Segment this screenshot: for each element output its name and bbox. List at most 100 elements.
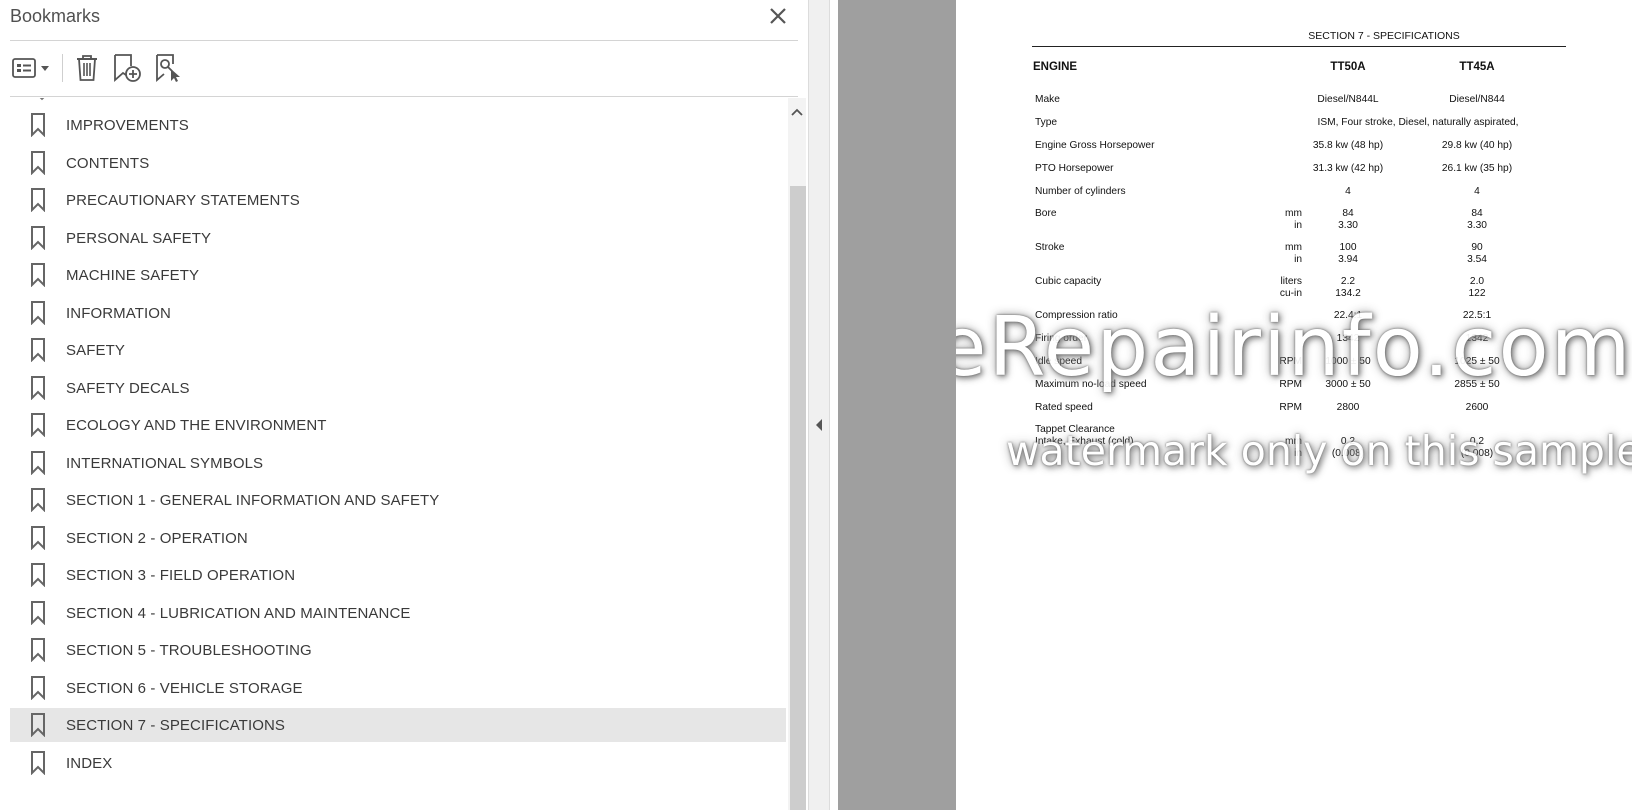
find-current-bookmark-button[interactable] <box>152 52 186 84</box>
bookmark-item[interactable]: INTERNATIONAL SYMBOLS <box>10 446 786 480</box>
scroll-up-button[interactable] <box>788 104 806 120</box>
bookmark-item[interactable]: SECTION 6 - VEHICLE STORAGE <box>10 671 786 705</box>
spec-value-tt50a: 2800 <box>1336 402 1360 413</box>
bookmark-icon <box>10 751 66 775</box>
bookmark-label: SECTION 1 - GENERAL INFORMATION AND SAFE… <box>66 491 440 509</box>
spec-value-tt50a: 0.2 <box>1340 436 1356 447</box>
bookmark-icon <box>10 451 66 475</box>
collapse-panel-button[interactable] <box>814 418 824 432</box>
bookmark-item[interactable]: SECTION 1 - GENERAL INFORMATION AND SAFE… <box>10 483 786 517</box>
spec-label: Firing order <box>1035 333 1088 344</box>
bookmark-label: MACHINE SAFETY <box>66 266 200 284</box>
bookmark-icon <box>10 226 66 250</box>
spec-value-tt45a: 90 <box>1471 242 1483 253</box>
column-header-tt50a: TT50A <box>1330 61 1366 73</box>
spec-value-tt50a-secondary: 3.94 <box>1338 254 1358 265</box>
bookmark-label: SECTION 2 - OPERATION <box>66 529 248 547</box>
bookmark-icon <box>10 563 66 587</box>
bookmark-item[interactable]: MACHINE SAFETY <box>10 258 786 292</box>
spec-value-tt50a: 1342 <box>1336 333 1360 344</box>
bookmark-item[interactable]: SECTION 5 - TROUBLESHOOTING <box>10 633 786 667</box>
bookmark-item[interactable]: ECOLOGY AND THE ENVIRONMENT <box>10 408 786 442</box>
bookmark-label: SECTION 3 - FIELD OPERATION <box>66 566 296 584</box>
bookmark-label: SECTION 7 - SPECIFICATIONS <box>66 716 286 734</box>
bookmark-icon <box>10 301 66 325</box>
spec-value-tt45a: 2600 <box>1465 402 1489 413</box>
divider <box>10 96 798 97</box>
header-rule <box>1032 46 1566 47</box>
bookmark-label: INDEX <box>66 754 113 772</box>
bookmark-item[interactable]: IMPROVEMENTS <box>10 108 786 142</box>
spec-value-tt50a: 22.4:1 <box>1333 310 1363 321</box>
bookmark-item[interactable]: INDEX <box>10 746 786 780</box>
bookmark-icon <box>10 338 66 362</box>
spec-label: Idle speed <box>1035 356 1083 367</box>
document-page[interactable]: SECTION 7 - SPECIFICATIONS ENGINE TT50A … <box>956 0 1632 810</box>
spec-value-tt45a: 1342 <box>1465 333 1489 344</box>
spec-label: Bore <box>1035 208 1057 219</box>
bookmark-item[interactable]: SAFETY DECALS <box>10 371 786 405</box>
trash-icon <box>77 55 97 81</box>
bookmark-label: SAFETY <box>66 341 125 359</box>
spec-value-tt50a: 3000 ± 50 <box>1325 379 1371 390</box>
spec-value-tt50a: 31.3 kw (42 hp) <box>1312 163 1384 174</box>
bookmark-item[interactable]: SAFETY <box>10 333 786 367</box>
bookmark-icon <box>10 488 66 512</box>
column-header-tt45a: TT45A <box>1459 61 1495 73</box>
bookmark-label: PERSONAL SAFETY <box>66 229 212 247</box>
bookmark-item[interactable]: PRECAUTIONARY STATEMENTS <box>10 183 786 217</box>
bookmark-item[interactable]: INFORMATION <box>10 296 786 330</box>
bookmark-list: IMPROVEMENTS CONTENTS PRECAUTIONARY STATEM… <box>10 98 790 810</box>
document-viewer-background <box>838 0 956 810</box>
spec-label: Make <box>1035 94 1060 105</box>
spec-value-tt45a: 1025 ± 50 <box>1454 356 1500 367</box>
panel-title: Bookmarks <box>10 6 101 26</box>
spec-value-tt50a: Diesel/N844L <box>1317 94 1379 105</box>
bookmark-label: SECTION 4 - LUBRICATION AND MAINTENANCE <box>66 604 411 622</box>
bookmark-icon <box>10 113 66 137</box>
bookmark-icon <box>10 151 66 175</box>
spec-value-tt45a-secondary: 122 <box>1468 288 1486 299</box>
spec-value-tt50a-secondary: 134.2 <box>1335 288 1361 299</box>
bookmark-label: CONTENTS <box>66 154 150 172</box>
delete-bookmark-button[interactable] <box>70 52 104 84</box>
bookmark-label: ECOLOGY AND THE ENVIRONMENT <box>66 416 327 434</box>
triangle-left-icon <box>816 419 822 431</box>
new-bookmark-button[interactable] <box>110 52 144 84</box>
bookmark-icon <box>10 188 66 212</box>
bookmark-label: INFORMATION <box>66 304 171 322</box>
bookmark-item[interactable]: SECTION 4 - LUBRICATION AND MAINTENANCE <box>10 596 786 630</box>
bookmark-item[interactable]: SECTION 3 - FIELD OPERATION <box>10 558 786 592</box>
spec-value-tt45a: 84 <box>1471 208 1483 219</box>
bookmark-item[interactable]: CONTENTS <box>10 146 786 180</box>
bookmarks-panel: Bookmarks IMPROVEMENTS CONTENTS PRECAUTI… <box>0 0 806 810</box>
bookmark-icon <box>10 713 66 737</box>
spec-value-tt45a: 29.8 kw (40 hp) <box>1441 140 1513 151</box>
spec-label: Intake, Exhaust (cold) <box>1035 436 1134 447</box>
spec-value-tt45a-secondary: 3.30 <box>1467 220 1487 231</box>
options-menu-button[interactable] <box>10 52 54 84</box>
spec-label: Type <box>1035 117 1058 128</box>
spec-value-tt50a: 4 <box>1345 186 1351 197</box>
spec-value-tt45a: Diesel/N844 <box>1449 94 1505 105</box>
spec-label: Engine Gross Horsepower <box>1035 140 1155 151</box>
bookmark-icon <box>10 413 66 437</box>
spec-value-tt50a: 100 <box>1339 242 1357 253</box>
spec-value-tt50a: 35.8 kw (48 hp) <box>1312 140 1384 151</box>
scrollbar-thumb[interactable] <box>790 186 806 810</box>
spec-value-tt50a-secondary: 3.30 <box>1338 220 1358 231</box>
spec-label: Cubic capacity <box>1035 276 1102 287</box>
spec-label: Tappet Clearance <box>1035 424 1115 435</box>
spec-label: Number of cylinders <box>1035 186 1126 197</box>
pane-splitter[interactable] <box>808 0 830 810</box>
close-panel-button[interactable] <box>764 2 792 30</box>
spec-value-tt45a-secondary: 3.54 <box>1467 254 1487 265</box>
close-icon <box>770 8 786 24</box>
toolbar-separator <box>62 54 63 82</box>
bookmark-item[interactable]: PERSONAL SAFETY <box>10 221 786 255</box>
bookmark-item[interactable]: SECTION 7 - SPECIFICATIONS <box>10 708 786 742</box>
spec-label: Maximum no-load speed <box>1035 379 1147 390</box>
spec-label: Rated speed <box>1035 402 1093 413</box>
bookmark-icon <box>10 638 66 662</box>
bookmark-item[interactable]: SECTION 2 - OPERATION <box>10 521 786 555</box>
